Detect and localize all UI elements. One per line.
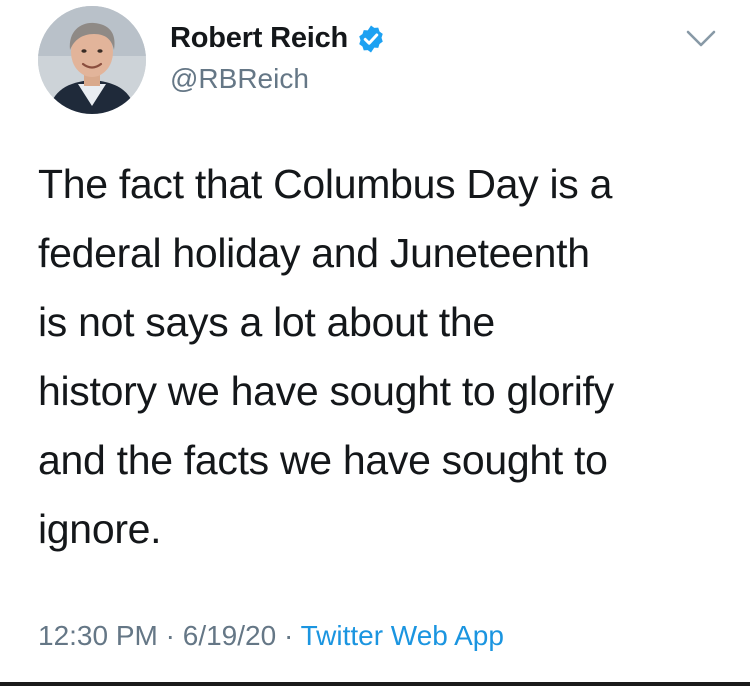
tweet-card: Robert Reich @RBReich The fact that Colu…: [0, 0, 750, 686]
tweet-text-line: The fact that Columbus Day is a: [38, 161, 613, 207]
tweet-text: The fact that Columbus Day is a federal …: [38, 150, 718, 564]
tweet-time[interactable]: 12:30 PM: [38, 620, 158, 651]
tweet-metadata: 12:30 PM · 6/19/20 · Twitter Web App: [38, 620, 504, 652]
meta-separator: ·: [283, 620, 294, 651]
name-row: Robert Reich: [170, 22, 386, 55]
verified-badge-icon: [359, 25, 383, 52]
tweet-text-line: ignore.: [38, 506, 162, 552]
chevron-down-icon[interactable]: [684, 26, 718, 50]
tweet-text-line: federal holiday and Juneteenth: [38, 230, 590, 276]
tweet-text-line: history we have sought to glorify: [38, 368, 614, 414]
avatar-portrait-icon: [38, 6, 146, 114]
user-info: Robert Reich @RBReich: [170, 22, 386, 95]
avatar[interactable]: [38, 6, 146, 114]
tweet-text-line: and the facts we have sought to: [38, 437, 608, 483]
meta-separator: ·: [165, 620, 175, 651]
user-handle[interactable]: @RBReich: [170, 63, 386, 95]
divider: [0, 682, 750, 686]
tweet-source-link[interactable]: Twitter Web App: [301, 620, 504, 651]
display-name[interactable]: Robert Reich: [170, 22, 348, 55]
tweet-date[interactable]: 6/19/20: [183, 620, 276, 651]
tweet-text-line: is not says a lot about the: [38, 299, 495, 345]
